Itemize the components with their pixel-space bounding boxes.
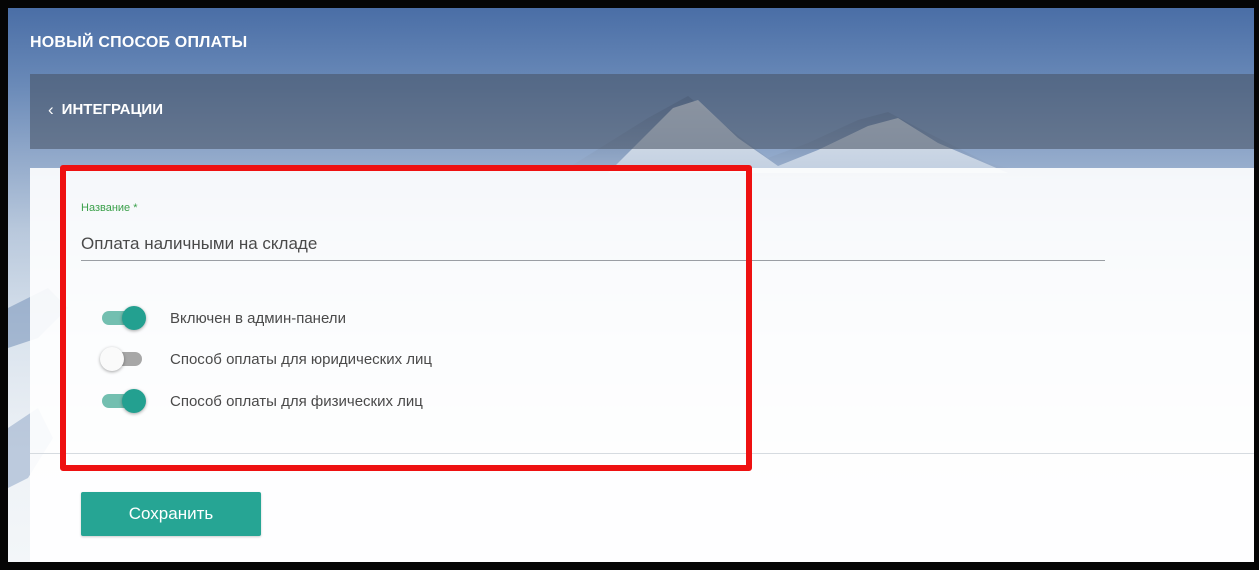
breadcrumb-label: ИНТЕГРАЦИИ	[61, 101, 163, 118]
page-title: НОВЫЙ СПОСОБ ОПЛАТЫ	[30, 34, 248, 51]
save-button[interactable]: Сохранить	[81, 492, 261, 536]
app-window: НОВЫЙ СПОСОБ ОПЛАТЫ ‹ ИНТЕГРАЦИИ Названи…	[0, 0, 1259, 570]
back-link-integrations[interactable]: ‹ ИНТЕГРАЦИИ	[48, 101, 163, 118]
breadcrumb: ‹ ИНТЕГРАЦИИ	[30, 74, 1254, 149]
chevron-left-icon: ‹	[48, 100, 54, 119]
highlight-box	[60, 165, 752, 471]
